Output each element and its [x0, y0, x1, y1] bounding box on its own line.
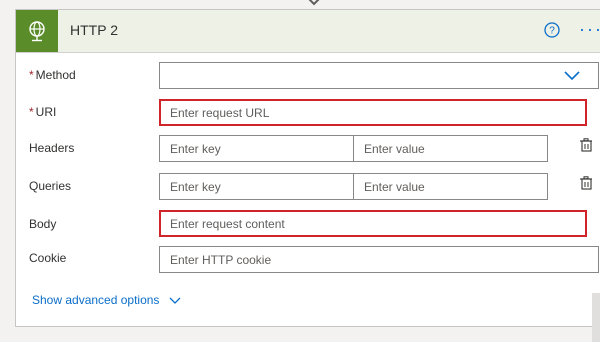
uri-placeholder: Enter request URL [170, 106, 270, 120]
headers-key-placeholder: Enter key [170, 142, 221, 156]
required-marker: * [29, 68, 34, 82]
body-placeholder: Enter request content [170, 217, 285, 231]
queries-value-placeholder: Enter value [364, 180, 425, 194]
cookie-placeholder: Enter HTTP cookie [170, 253, 272, 267]
body-label: Body [29, 217, 57, 231]
queries-key-placeholder: Enter key [170, 180, 221, 194]
delete-icon[interactable] [579, 176, 593, 190]
queries-label: Queries [29, 179, 72, 193]
headers-key-input[interactable]: Enter key [159, 135, 354, 162]
globe-icon [16, 10, 58, 52]
more-icon[interactable]: ··· [579, 19, 600, 40]
queries-value-input[interactable]: Enter value [353, 173, 548, 200]
cookie-label: Cookie [29, 251, 67, 265]
body-input[interactable]: Enter request content [159, 210, 587, 237]
chevron-down-icon[interactable] [564, 71, 580, 81]
method-label: * Method [29, 68, 76, 82]
uri-label: * URI [29, 105, 57, 119]
scrollbar-edge[interactable] [592, 293, 600, 342]
svg-text:?: ? [549, 26, 555, 37]
advanced-label: Show advanced options [32, 293, 160, 307]
headers-value-input[interactable]: Enter value [353, 135, 548, 162]
card-title[interactable]: HTTP 2 [70, 22, 118, 38]
card-header[interactable]: HTTP 2 ? ··· [16, 10, 600, 53]
cookie-input[interactable]: Enter HTTP cookie [159, 246, 599, 273]
method-select[interactable] [159, 62, 599, 89]
queries-key-input[interactable]: Enter key [159, 173, 354, 200]
show-advanced-options-link[interactable]: Show advanced options [32, 293, 181, 307]
delete-icon[interactable] [579, 138, 593, 152]
help-icon[interactable]: ? [544, 22, 560, 38]
connector-arrow-icon [308, 0, 320, 6]
required-marker: * [29, 105, 34, 119]
headers-label: Headers [29, 141, 75, 155]
action-card: HTTP 2 ? ··· *Method *URI Enter request … [15, 9, 600, 327]
headers-value-placeholder: Enter value [364, 142, 425, 156]
uri-input[interactable]: Enter request URL [159, 99, 587, 126]
chevron-down-icon [169, 297, 181, 304]
